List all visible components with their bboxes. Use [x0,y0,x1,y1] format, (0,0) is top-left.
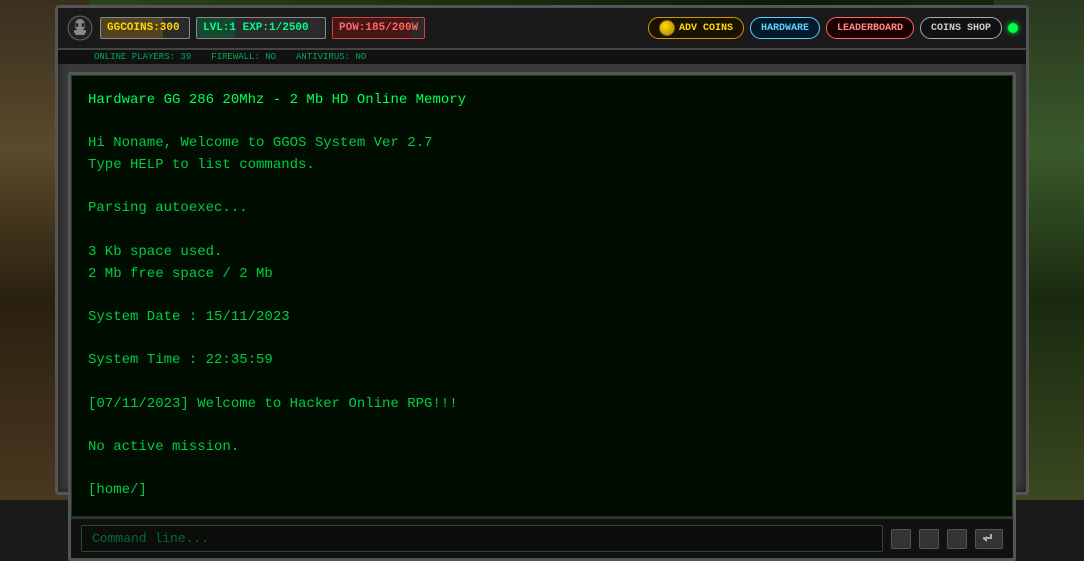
terminal-line [88,285,996,307]
antivirus-stat: ANTIVIRUS: NO [296,52,366,62]
cmd-btn-1[interactable] [891,529,911,549]
level-bar: LVL:1 EXP:1/2500 [196,17,326,39]
top-status-bar: GGCOINS:300 LVL:1 EXP:1/2500 POW:185/200… [58,8,1026,50]
terminal-line: 3 Kb space used. [88,242,996,264]
terminal-line: [07/11/2023] Welcome to Hacker Online RP… [88,394,996,416]
terminal-screen: Hardware GG 286 20Mhz - 2 Mb HD Online M… [71,75,1013,517]
adv-coins-button[interactable]: ADV COINS [648,17,744,39]
terminal-line: [home/] [88,480,996,502]
terminal-line [88,459,996,481]
computer-frame: GGCOINS:300 LVL:1 EXP:1/2500 POW:185/200… [55,5,1029,495]
terminal-wrapper: Hardware GG 286 20Mhz - 2 Mb HD Online M… [68,72,1016,561]
anon-logo-icon [66,14,94,42]
terminal-line: System Time : 22:35:59 [88,350,996,372]
cmd-btn-3[interactable] [947,529,967,549]
coins-shop-button[interactable]: COINS SHOP [920,17,1002,39]
terminal-line [88,220,996,242]
level-label: LVL:1 EXP:1/2500 [203,22,309,34]
nav-buttons: ADV COINS HARDWARE LEADERBOARD COINS SHO… [648,17,1018,39]
terminal-line: Parsing autoexec... [88,198,996,220]
cmd-btn-enter[interactable] [975,529,1003,549]
command-line-area [71,517,1013,558]
terminal-line [88,329,996,351]
terminal-line: No active mission. [88,437,996,459]
pow-label: POW:185/200W [339,22,418,34]
firewall-stat: FIREWALL: NO [211,52,276,62]
terminal-line [88,112,996,134]
terminal-line: System Date : 15/11/2023 [88,307,996,329]
terminal-line [88,372,996,394]
terminal-line: Hardware GG 286 20Mhz - 2 Mb HD Online M… [88,90,996,112]
terminal-line: Hi Noname, Welcome to GGOS System Ver 2.… [88,133,996,155]
terminal-line: Type HELP to list commands. [88,155,996,177]
enter-icon [982,532,996,546]
leaderboard-button[interactable]: LEADERBOARD [826,17,914,39]
sub-stats-row: ONLINE PLAYERS: 39 FIREWALL: NO ANTIVIRU… [58,50,1026,64]
ggcoins-bar: GGCOINS:300 [100,17,190,39]
coin-icon [659,20,675,36]
online-players-stat: ONLINE PLAYERS: 39 [94,52,191,62]
terminal-line [88,415,996,437]
ggcoins-label: GGCOINS:300 [107,22,180,34]
cmd-btn-2[interactable] [919,529,939,549]
hardware-button[interactable]: HARDWARE [750,17,820,39]
online-status-dot [1008,23,1018,33]
terminal-line: 2 Mb free space / 2 Mb [88,264,996,286]
command-input[interactable] [81,525,883,552]
pow-bar: POW:185/200W [332,17,425,39]
terminal-line [88,177,996,199]
